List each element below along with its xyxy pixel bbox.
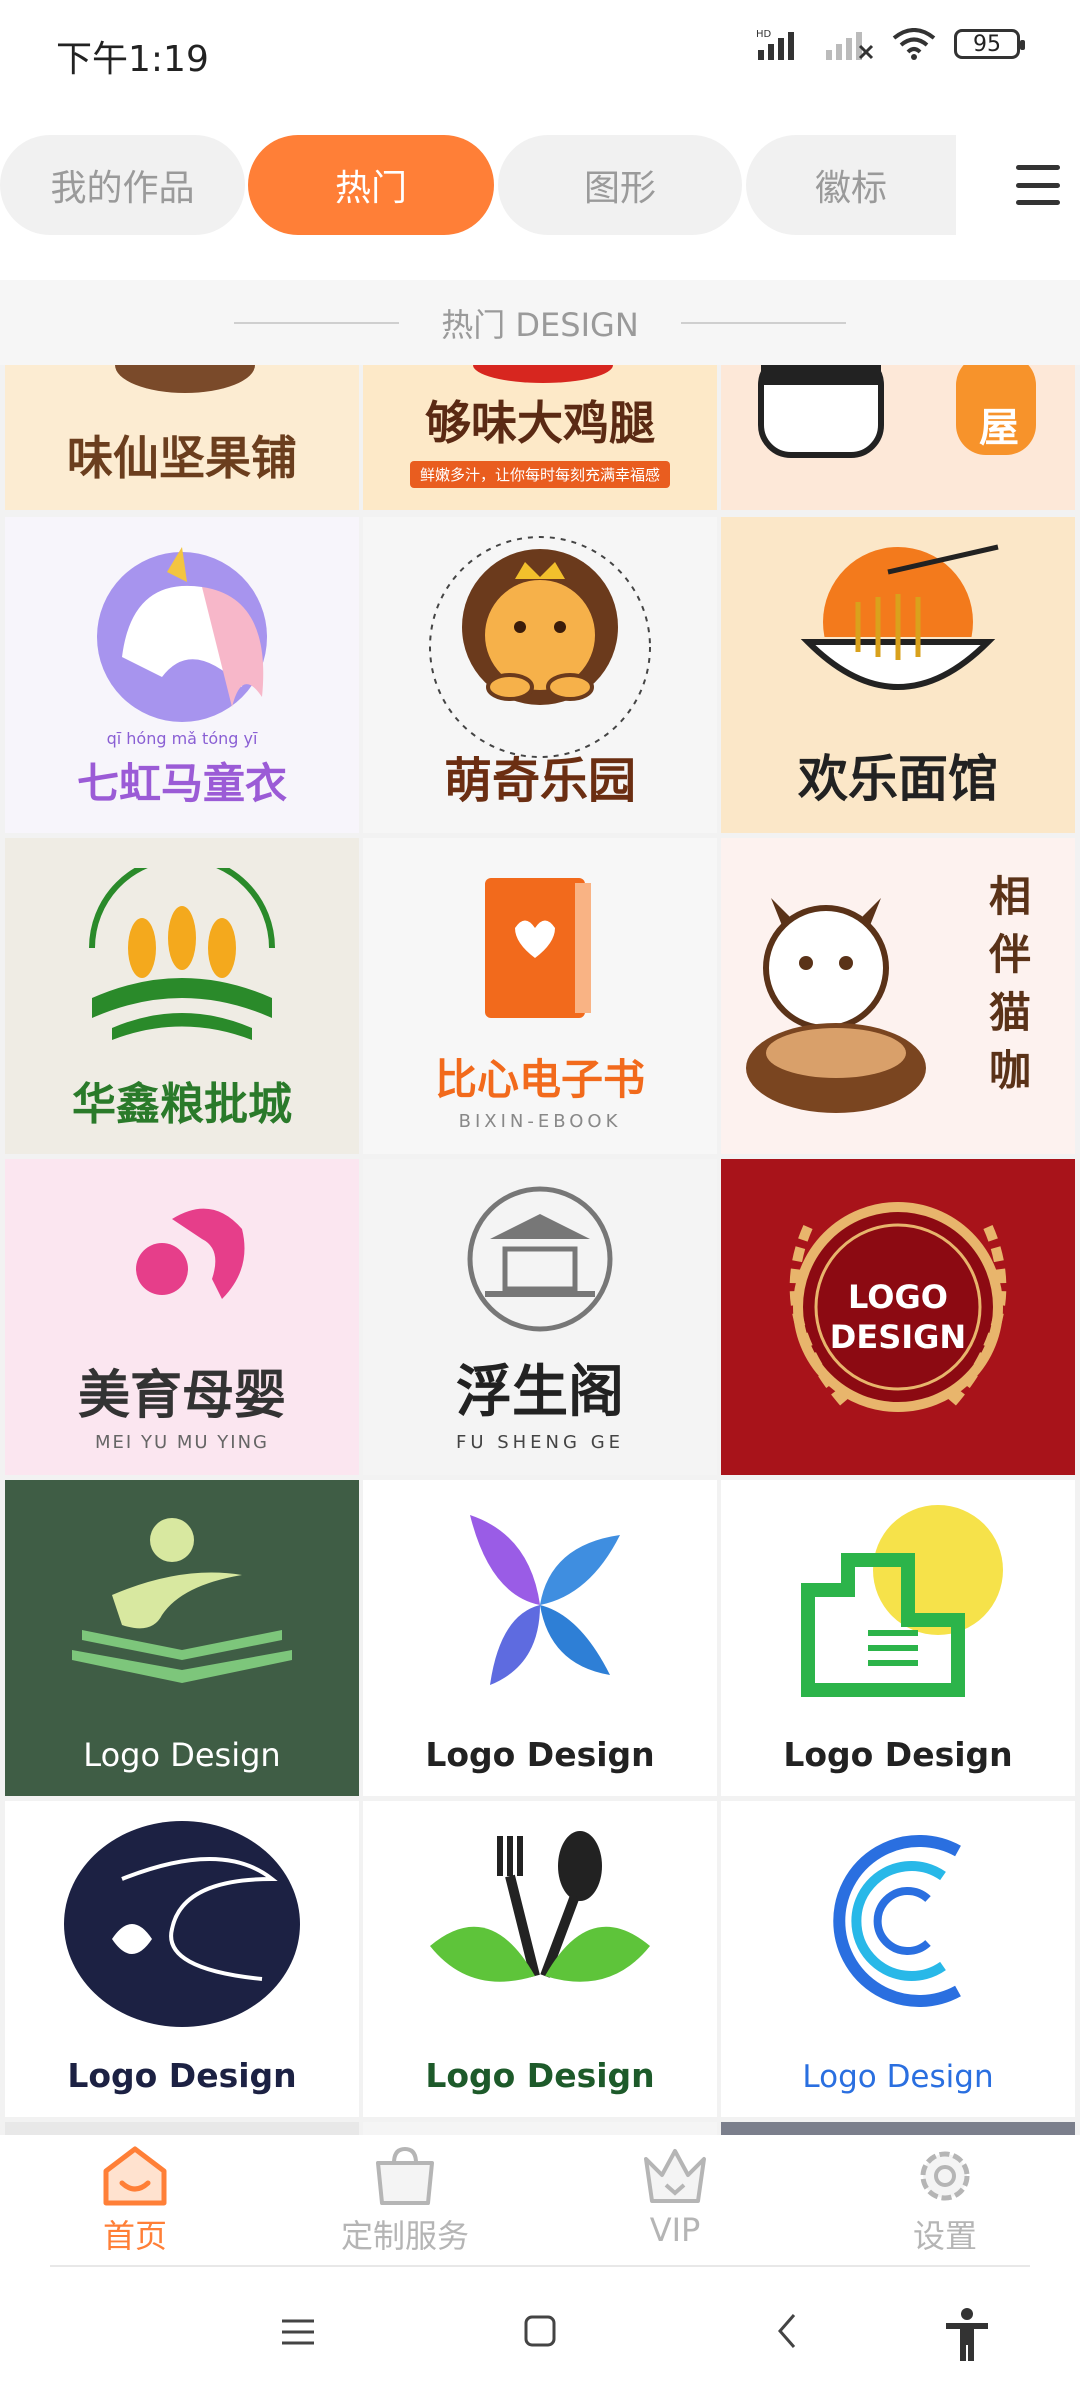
section-title: 热门 DESIGN [441,305,639,344]
tab-my-works[interactable]: 我的作品 [0,135,245,235]
battery-icon: 95 [954,29,1025,59]
category-tabs: 我的作品 热门 图形 徽标 [0,135,1080,245]
template-card[interactable]: Logo Design [5,1801,359,2117]
wifi-icon [892,28,936,60]
wheat-field-logo-icon [89,868,275,1040]
template-card[interactable] [363,2122,717,2135]
template-card[interactable]: LOGO DESIGN [721,1159,1075,1475]
recent-apps-icon[interactable] [278,2315,318,2349]
bottom-navigation: 首页 定制服务 VIP 设置 [0,2135,1080,2265]
divider-right [680,321,846,324]
city-sunrise-logo-icon [801,1505,1003,1697]
ebook-heart-logo-icon [485,878,591,1018]
template-grid: 味仙坚果铺 够味大鸡腿 鲜嫩多汁，让你每时每刻充满幸福感 屋 qī hóng m… [0,365,1080,2135]
menu-icon[interactable] [1016,165,1060,205]
squirrel-logo-icon [115,365,255,393]
status-bar: 下午1:19 HD 95 [0,0,1080,105]
chicken-leg-logo-icon [473,365,613,383]
gear-icon [920,2151,970,2201]
back-icon[interactable] [772,2311,802,2351]
tab-emblem[interactable]: 徽标 [746,135,956,235]
nav-home[interactable]: 首页 [55,2145,215,2257]
template-card[interactable]: Logo Design [721,1801,1075,2117]
home-icon [103,2146,167,2206]
template-card[interactable]: 华鑫粮批城 [5,838,359,1154]
template-card[interactable] [5,2122,359,2135]
cellular-signal-icon: HD [756,29,794,60]
template-card[interactable] [721,2122,1075,2135]
divider-left [234,321,400,324]
butterfly-petal-logo-icon [470,1515,620,1685]
noodle-bowl-logo-icon [798,544,999,697]
wave-lotus-logo-icon [64,1821,300,2027]
sushi-logo-icon [758,365,884,458]
template-card[interactable]: 美育母婴 MEI YU MU YING [5,1159,359,1475]
crown-icon [644,2149,706,2203]
template-card[interactable]: Logo Design [721,1480,1075,1796]
accessibility-icon[interactable] [942,2307,992,2363]
template-card[interactable]: 浮生阁 FU SHENG GE [363,1159,717,1475]
lion-logo-icon [429,536,651,758]
letter-c-logo-icon [833,1835,961,2007]
template-card[interactable]: 相伴猫咖 [721,838,1075,1154]
system-nav-bar [0,2267,1080,2400]
fork-spoon-leaf-logo-icon [430,1831,650,1982]
status-time: 下午1:19 [56,39,209,80]
template-card[interactable]: Logo Design [363,1801,717,2117]
section-header: 热门 DESIGN [0,280,1080,365]
tab-graphics[interactable]: 图形 [498,135,742,235]
nav-custom-service[interactable]: 定制服务 [325,2145,485,2257]
nav-vip[interactable]: VIP [595,2145,755,2249]
home-button-icon[interactable] [522,2313,558,2349]
template-card[interactable]: Logo Design [363,1480,717,1796]
cellular-no-signal-icon [826,32,874,60]
mother-baby-logo-icon [136,1208,245,1299]
battery-level: 95 [973,31,1001,57]
template-card[interactable]: 萌奇乐园 [363,517,717,833]
nav-settings[interactable]: 设置 [865,2145,1025,2257]
template-card[interactable]: 比心电子书 BIXIN-EBOOK [363,838,717,1154]
template-card[interactable]: 味仙坚果铺 [5,365,359,510]
template-card[interactable]: 够味大鸡腿 鲜嫩多汁，让你每时每刻充满幸福感 [363,365,717,510]
unicorn-logo-icon [97,547,267,722]
cat-coffee-logo-icon [746,898,926,1113]
status-icons: HD 95 [756,28,1025,60]
template-card[interactable]: 屋 [721,365,1075,510]
svg-text:HD: HD [756,29,772,40]
shopping-bag-icon [376,2146,434,2205]
pavilion-logo-icon [467,1186,613,1332]
template-card[interactable]: qī hóng mǎ tóng yī 七虹马童衣 [5,517,359,833]
template-card[interactable]: 欢乐面馆 [721,517,1075,833]
template-card[interactable]: Logo Design [5,1480,359,1796]
tab-hot[interactable]: 热门 [248,135,494,235]
book-leaf-logo-icon [72,1518,292,1683]
